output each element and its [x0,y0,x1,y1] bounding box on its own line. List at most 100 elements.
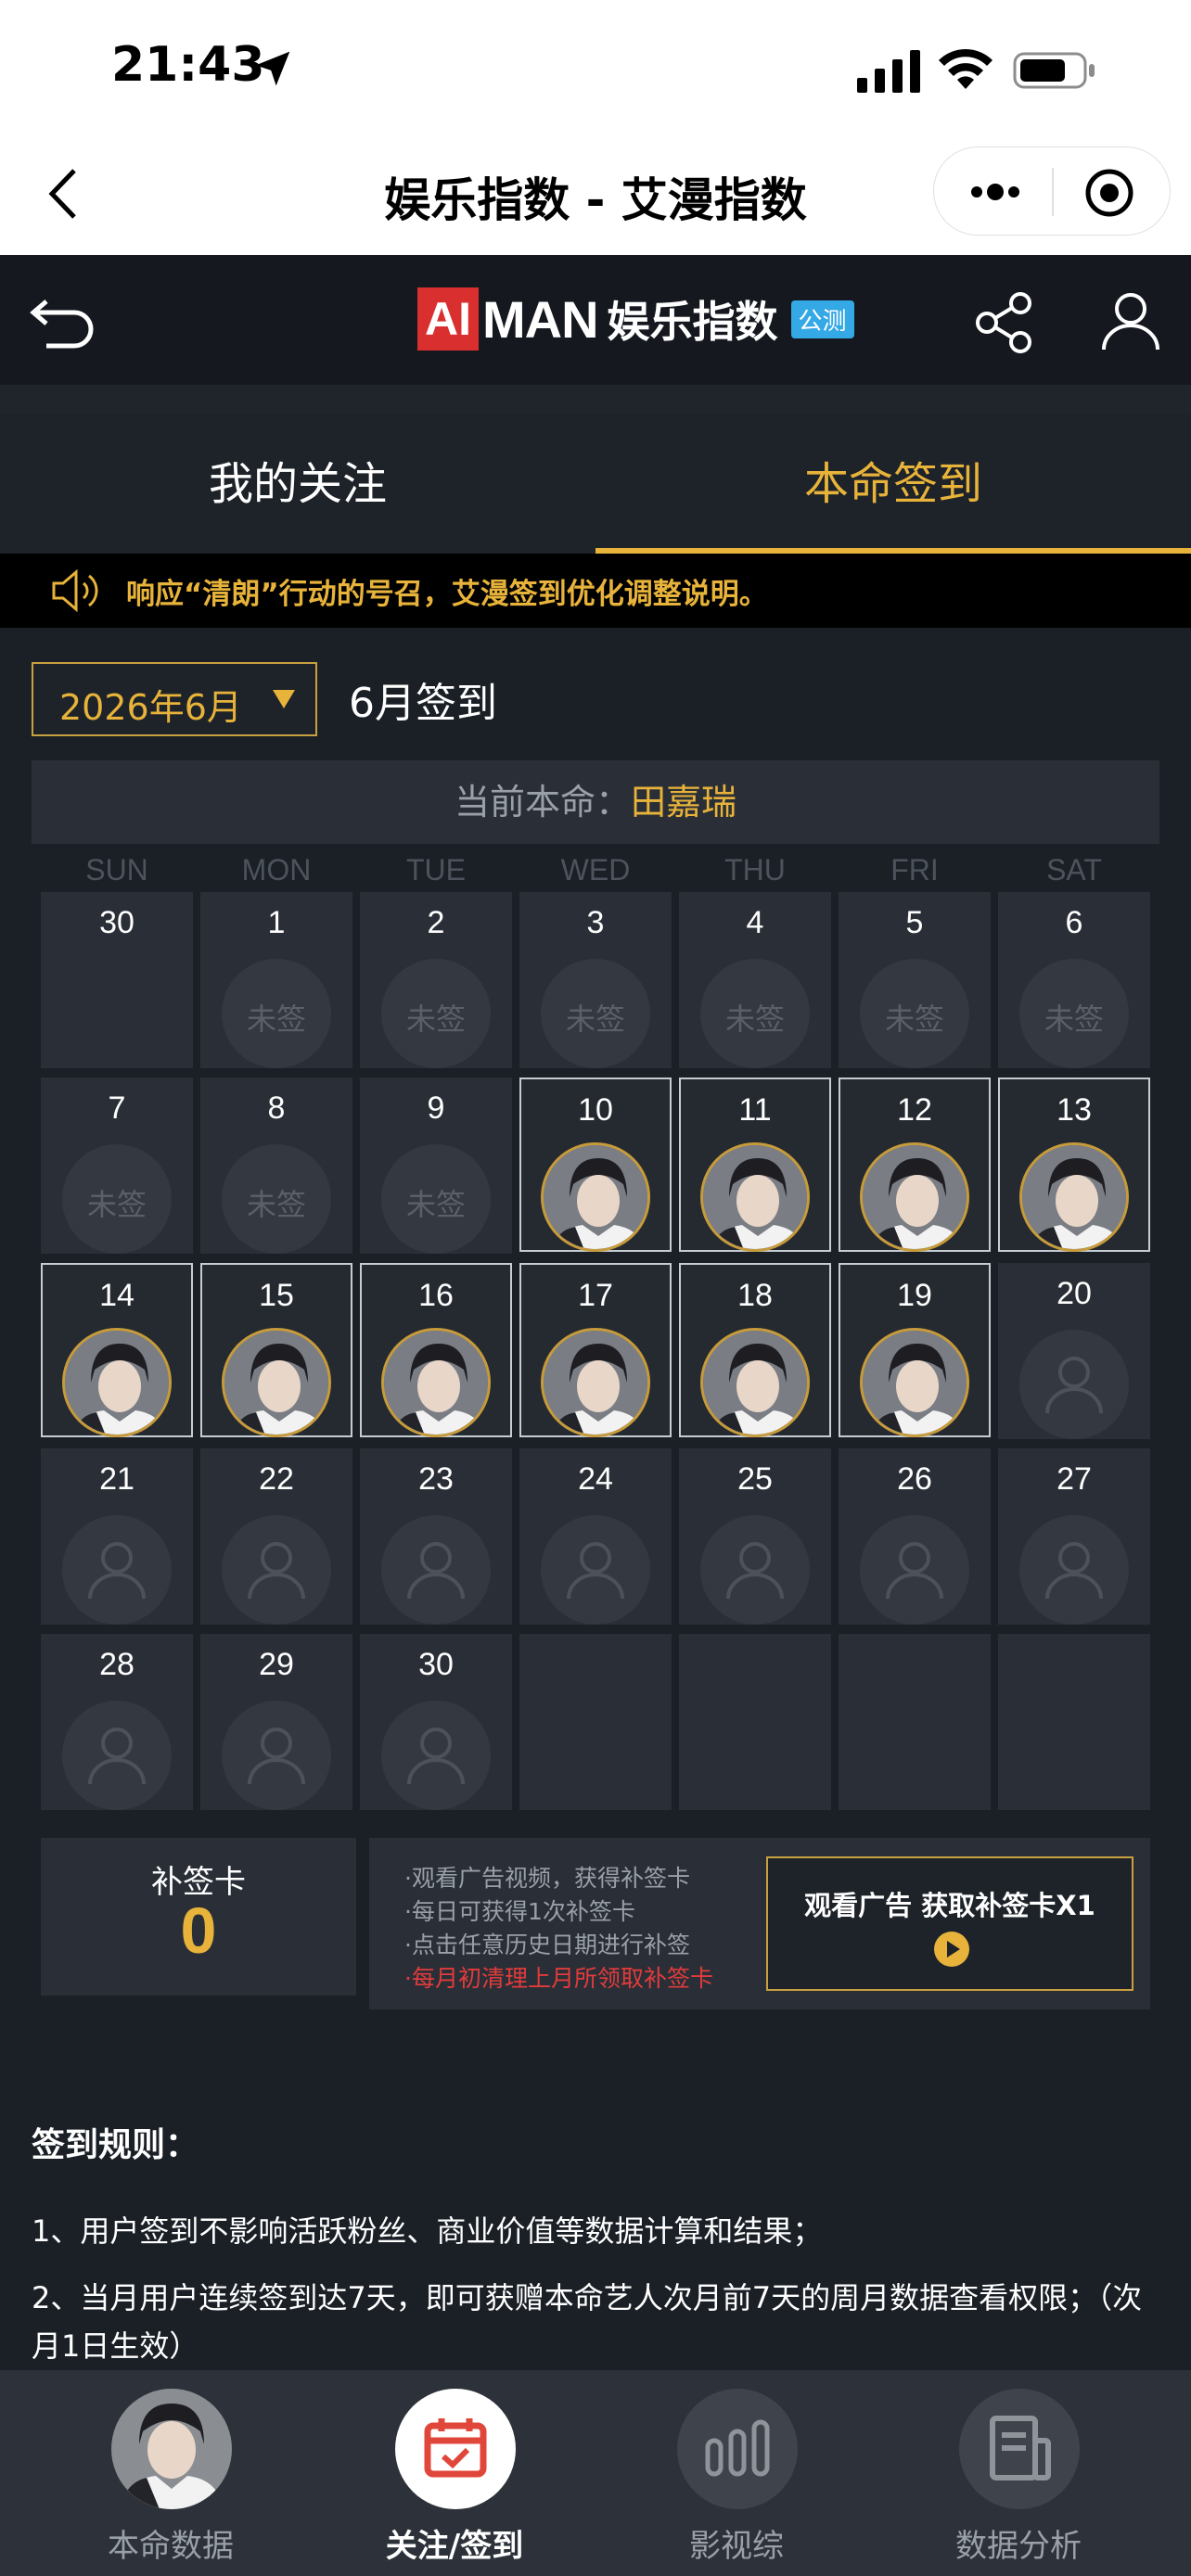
unsigned-label: 未签 [86,1187,147,1222]
idol-avatar [860,1142,969,1252]
calendar-day-cell[interactable]: 20 [998,1263,1150,1439]
calendar-cell-empty [998,1634,1150,1810]
unsigned-circle: 未签 [62,1144,172,1254]
calendar-day-cell[interactable]: 6 未签 [998,892,1150,1068]
calendar-check-icon [395,2389,516,2509]
calendar-day-number: 28 [99,1647,134,1682]
user-placeholder-icon [541,1515,650,1625]
weekday-thu: THU [724,853,786,886]
calendar-day-number: 30 [418,1647,454,1682]
calendar-day-cell[interactable]: 7 未签 [41,1078,193,1254]
unsigned-circle: 未签 [222,959,331,1068]
tab-my-follows[interactable]: 我的关注 [0,414,596,554]
tabbar-idol-data[interactable]: 本命数据 [78,2389,263,2574]
calendar-day-cell[interactable]: 26 [839,1448,991,1625]
undo-back-icon[interactable] [28,288,98,353]
calendar-day-number: 26 [897,1461,932,1497]
idol-avatar [381,1328,491,1437]
calendar-day-cell[interactable]: 3 未签 [519,892,672,1068]
beta-badge: 公测 [790,300,854,338]
tab-idol-checkin[interactable]: 本命签到 [596,414,1191,554]
signal-icon [857,50,920,93]
makeup-info-line: ·点击任意历史日期进行补签 [404,1932,690,1958]
calendar-day-cell[interactable]: 17 [519,1263,672,1437]
notice-bar[interactable]: 响应“清朗”行动的号召，艾漫签到优化调整说明。 [0,554,1191,628]
calendar-day-number: 17 [578,1278,613,1313]
calendar-day-cell: 30 [41,892,193,1068]
tabbar-label: 数据分析 [955,2528,1082,2565]
unsigned-label: 未签 [405,1187,466,1222]
status-time: 21:43 [111,37,265,93]
calendar-day-number: 22 [259,1461,294,1497]
calendar-day-number: 5 [905,905,924,940]
calendar-day-cell[interactable]: 10 [519,1078,672,1252]
calendar-day-cell[interactable]: 29 [200,1634,352,1810]
calendar-day-cell[interactable]: 24 [519,1448,672,1625]
calendar-day-number: 2 [427,905,445,940]
watch-ad-button[interactable]: 观看广告 获取补签卡X1 [766,1856,1133,1991]
makeup-info-line: ·观看广告视频，获得补签卡 [404,1865,690,1892]
makeup-card-box: 补签卡 0 [41,1838,356,1996]
user-placeholder-icon [1019,1330,1129,1439]
calendar-day-cell[interactable]: 13 [998,1078,1150,1252]
calendar-day-number: 15 [259,1278,294,1313]
calendar-day-cell[interactable]: 22 [200,1448,352,1625]
month-selector-label: 2026年6月 [59,687,242,728]
location-arrow-icon [255,51,290,86]
calendar-day-cell[interactable]: 27 [998,1448,1150,1625]
calendar-day-number: 3 [586,905,605,940]
user-profile-icon[interactable] [1098,288,1163,355]
more-dots-icon[interactable] [967,175,1023,209]
play-icon [934,1932,969,1967]
calendar-day-cell[interactable]: 18 [679,1263,831,1437]
calendar-day-cell[interactable]: 5 未签 [839,892,991,1068]
calendar-day-number: 1 [267,905,286,940]
makeup-card-count: 0 [180,1894,217,1967]
calendar-day-number: 21 [99,1461,134,1497]
user-placeholder-icon [1019,1515,1129,1625]
idol-avatar [1019,1142,1129,1252]
calendar-day-cell[interactable]: 2 未签 [360,892,512,1068]
tabbar-data-analysis[interactable]: 数据分析 [926,2389,1111,2574]
month-selector[interactable]: 2026年6月 [32,662,317,736]
unsigned-label: 未签 [246,1001,306,1037]
tabbar-label: 本命数据 [108,2528,234,2565]
current-idol-bar: 当前本命：田嘉瑞 [32,760,1159,844]
calendar-cell-empty [839,1634,991,1810]
tabs: 我的关注 本命签到 [0,414,1191,554]
tabbar-film-tv[interactable]: 影视综 [644,2389,829,2574]
calendar-day-cell[interactable]: 21 [41,1448,193,1625]
tabbar-follow-checkin[interactable]: 关注/签到 [362,2389,547,2574]
calendar-day-number: 9 [427,1090,445,1126]
calendar-day-cell[interactable]: 1 未签 [200,892,352,1068]
status-bar: 21:43 [0,0,1191,139]
calendar-day-cell[interactable]: 23 [360,1448,512,1625]
calendar-day-cell[interactable]: 14 [41,1263,193,1437]
calendar-day-cell[interactable]: 4 未签 [679,892,831,1068]
calendar-day-cell[interactable]: 11 [679,1078,831,1252]
calendar-day-cell[interactable]: 25 [679,1448,831,1625]
calendar-day-cell[interactable]: 19 [839,1263,991,1437]
calendar-cell-empty [679,1634,831,1810]
calendar-day-number: 6 [1065,905,1083,940]
user-placeholder-icon [381,1701,491,1810]
unsigned-label: 未签 [884,1001,944,1037]
unsigned-label: 未签 [246,1187,306,1222]
close-target-icon[interactable] [1084,168,1134,218]
calendar-day-cell[interactable]: 8 未签 [200,1078,352,1254]
weekday-tue: TUE [406,853,466,886]
calendar-day-cell[interactable]: 15 [200,1263,352,1437]
calendar-day-cell[interactable]: 9 未签 [360,1078,512,1254]
calendar-day-cell[interactable]: 16 [360,1263,512,1437]
unsigned-label: 未签 [565,1001,625,1037]
tabbar-label: 影视综 [689,2528,784,2565]
unsigned-circle: 未签 [222,1144,331,1254]
calendar-day-cell[interactable]: 28 [41,1634,193,1810]
calendar-day-cell[interactable]: 12 [839,1078,991,1252]
calendar-day-number: 18 [737,1278,773,1313]
weekday-sat: SAT [1046,853,1102,886]
share-icon[interactable] [972,290,1037,355]
calendar-day-cell[interactable]: 30 [360,1634,512,1810]
weekday-fri: FRI [890,853,939,886]
makeup-info-warning: ·每月初清理上月所领取补签卡 [404,1965,713,1992]
